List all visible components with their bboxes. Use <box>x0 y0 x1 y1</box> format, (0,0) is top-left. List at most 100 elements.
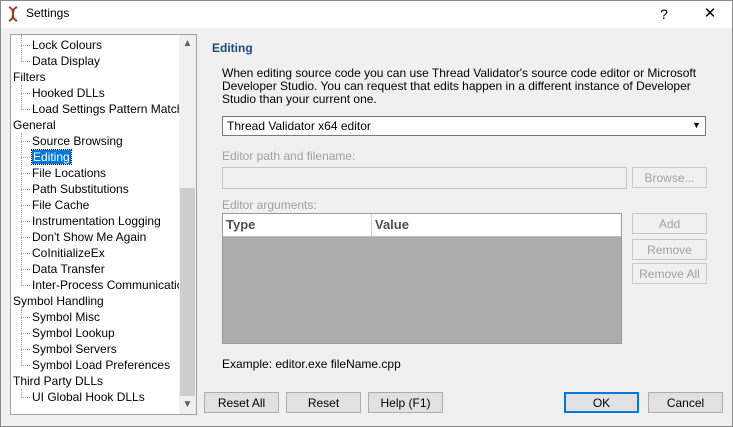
example-text: Example: editor.exe fileName.cpp <box>222 357 401 371</box>
help-button[interactable]: Help (F1) <box>368 392 443 413</box>
app-icon <box>8 6 18 22</box>
tree-item[interactable]: Source Browsing <box>32 133 123 149</box>
tree-item[interactable]: Hooked DLLs <box>32 85 105 101</box>
tree-item-label: CoInitializeEx <box>32 246 105 260</box>
tree-item[interactable]: CoInitializeEx <box>32 245 105 261</box>
tree-connector <box>21 253 30 254</box>
tree-item-label: Lock Colours <box>32 38 103 52</box>
tree-item[interactable]: File Locations <box>32 165 106 181</box>
tree-item-label: Inter-Process Communication <box>32 278 191 292</box>
tree-item-label: Hooked DLLs <box>32 86 105 100</box>
remove-button[interactable]: Remove <box>632 239 707 260</box>
tree-item[interactable]: Load Settings Pattern Match <box>32 101 183 117</box>
help-title-button[interactable]: ? <box>642 0 686 28</box>
tree-item-label: Symbol Lookup <box>32 326 115 340</box>
tree-item[interactable]: Symbol Handling <box>13 293 104 309</box>
tree-connector <box>21 93 30 94</box>
reset-all-button[interactable]: Reset All <box>204 392 279 413</box>
browse-button[interactable]: Browse... <box>632 167 707 188</box>
tree-connector <box>21 333 30 334</box>
tree-item[interactable]: Third Party DLLs <box>13 373 103 389</box>
tree-connector <box>21 205 30 206</box>
tree-item-label: Symbol Handling <box>13 294 104 308</box>
tree-item[interactable]: Symbol Load Preferences <box>32 357 170 373</box>
column-header-type[interactable]: Type <box>223 214 372 236</box>
tree-item-label: Don't Show Me Again <box>32 230 147 244</box>
tree-item-label: Data Display <box>32 54 101 68</box>
column-header-value[interactable]: Value <box>372 214 621 236</box>
scroll-up-icon[interactable]: ▲ <box>179 36 196 52</box>
window-title: Settings <box>26 6 70 20</box>
tree-item-label: Data Transfer <box>32 262 105 276</box>
ok-button[interactable]: OK <box>564 392 639 413</box>
tree-scrollbar[interactable]: ▲ ▼ <box>179 35 196 414</box>
tree-item-label: General <box>13 118 56 132</box>
tree-item[interactable]: Instrumentation Logging <box>32 213 161 229</box>
tree-item[interactable]: General <box>13 117 56 133</box>
tree-item-label: Symbol Misc <box>32 310 101 324</box>
tree-item-label: Symbol Servers <box>32 342 117 356</box>
tree-item[interactable]: Filters <box>13 69 46 85</box>
tree-item-label: Third Party DLLs <box>13 374 104 388</box>
section-title: Editing <box>212 41 253 55</box>
cancel-button[interactable]: Cancel <box>648 392 723 413</box>
close-button[interactable]: ✕ <box>688 0 732 28</box>
tree-connector <box>21 221 30 222</box>
tree-item-label: Instrumentation Logging <box>32 214 161 228</box>
tree-item[interactable]: Editing <box>31 149 72 165</box>
tree-item[interactable]: Lock Colours <box>32 37 102 53</box>
tree-item-label: Filters <box>13 70 46 84</box>
tree-item[interactable]: Data Display <box>32 53 100 69</box>
add-button[interactable]: Add <box>632 213 707 234</box>
tree-item-label: Source Browsing <box>32 134 123 148</box>
tree-connector <box>21 85 22 109</box>
tree-item[interactable]: Symbol Misc <box>32 309 100 325</box>
tree-connector <box>21 317 30 318</box>
editor-select[interactable]: Thread Validator x64 editor ▼ <box>222 116 706 136</box>
tree-connector <box>21 173 30 174</box>
tree-item[interactable]: File Cache <box>32 197 89 213</box>
scroll-down-icon[interactable]: ▼ <box>179 397 196 413</box>
tree-connector <box>21 285 30 286</box>
tree-connector <box>21 189 30 190</box>
grid-header: Type Value <box>223 214 621 237</box>
tree-connector <box>21 141 30 142</box>
tree-connector <box>21 133 22 285</box>
tree-item[interactable]: Inter-Process Communication <box>32 277 190 293</box>
remove-all-button[interactable]: Remove All <box>632 263 707 284</box>
tree-connector <box>21 349 30 350</box>
tree-connector <box>21 109 30 110</box>
tree-item[interactable]: Path Substitutions <box>32 181 129 197</box>
tree-connector <box>21 309 22 365</box>
scroll-thumb[interactable] <box>180 188 195 396</box>
chevron-down-icon[interactable]: ▼ <box>689 118 704 132</box>
tree-connector <box>21 389 22 397</box>
editing-description: When editing source code you can use Thr… <box>222 66 697 106</box>
tree-item[interactable]: Symbol Servers <box>32 341 117 357</box>
settings-tree[interactable]: Lock Colours Data Display Filters Hooked DL… <box>10 34 197 415</box>
editor-path-input[interactable] <box>222 167 627 189</box>
tree-connector <box>21 157 30 158</box>
tree-item-label: Symbol Load Preferences <box>32 358 171 372</box>
tree-connector <box>21 365 30 366</box>
tree-item-label: Editing <box>31 149 72 165</box>
tree-connector <box>21 397 30 398</box>
tree-item[interactable]: Data Transfer <box>32 261 105 277</box>
tree-item[interactable]: Don't Show Me Again <box>32 229 146 245</box>
tree-connector <box>21 61 30 62</box>
tree-item-label: Load Settings Pattern Match <box>32 102 184 116</box>
tree-item-label: File Locations <box>32 166 107 180</box>
tree-connector <box>21 45 30 46</box>
tree-item-label: File Cache <box>32 198 90 212</box>
tree-item[interactable]: Symbol Lookup <box>32 325 115 341</box>
tree-item-label: Path Substitutions <box>32 182 129 196</box>
title-bar: Settings ? ✕ <box>0 0 733 28</box>
editor-arguments-label: Editor arguments: <box>222 198 317 212</box>
editor-select-value: Thread Validator x64 editor <box>227 119 371 133</box>
tree-connector <box>21 35 22 61</box>
tree-item[interactable]: UI Global Hook DLLs <box>32 389 145 405</box>
editor-path-label: Editor path and filename: <box>222 149 356 163</box>
reset-button[interactable]: Reset <box>286 392 361 413</box>
arguments-grid[interactable]: Type Value <box>222 213 622 344</box>
tree-connector <box>21 237 30 238</box>
